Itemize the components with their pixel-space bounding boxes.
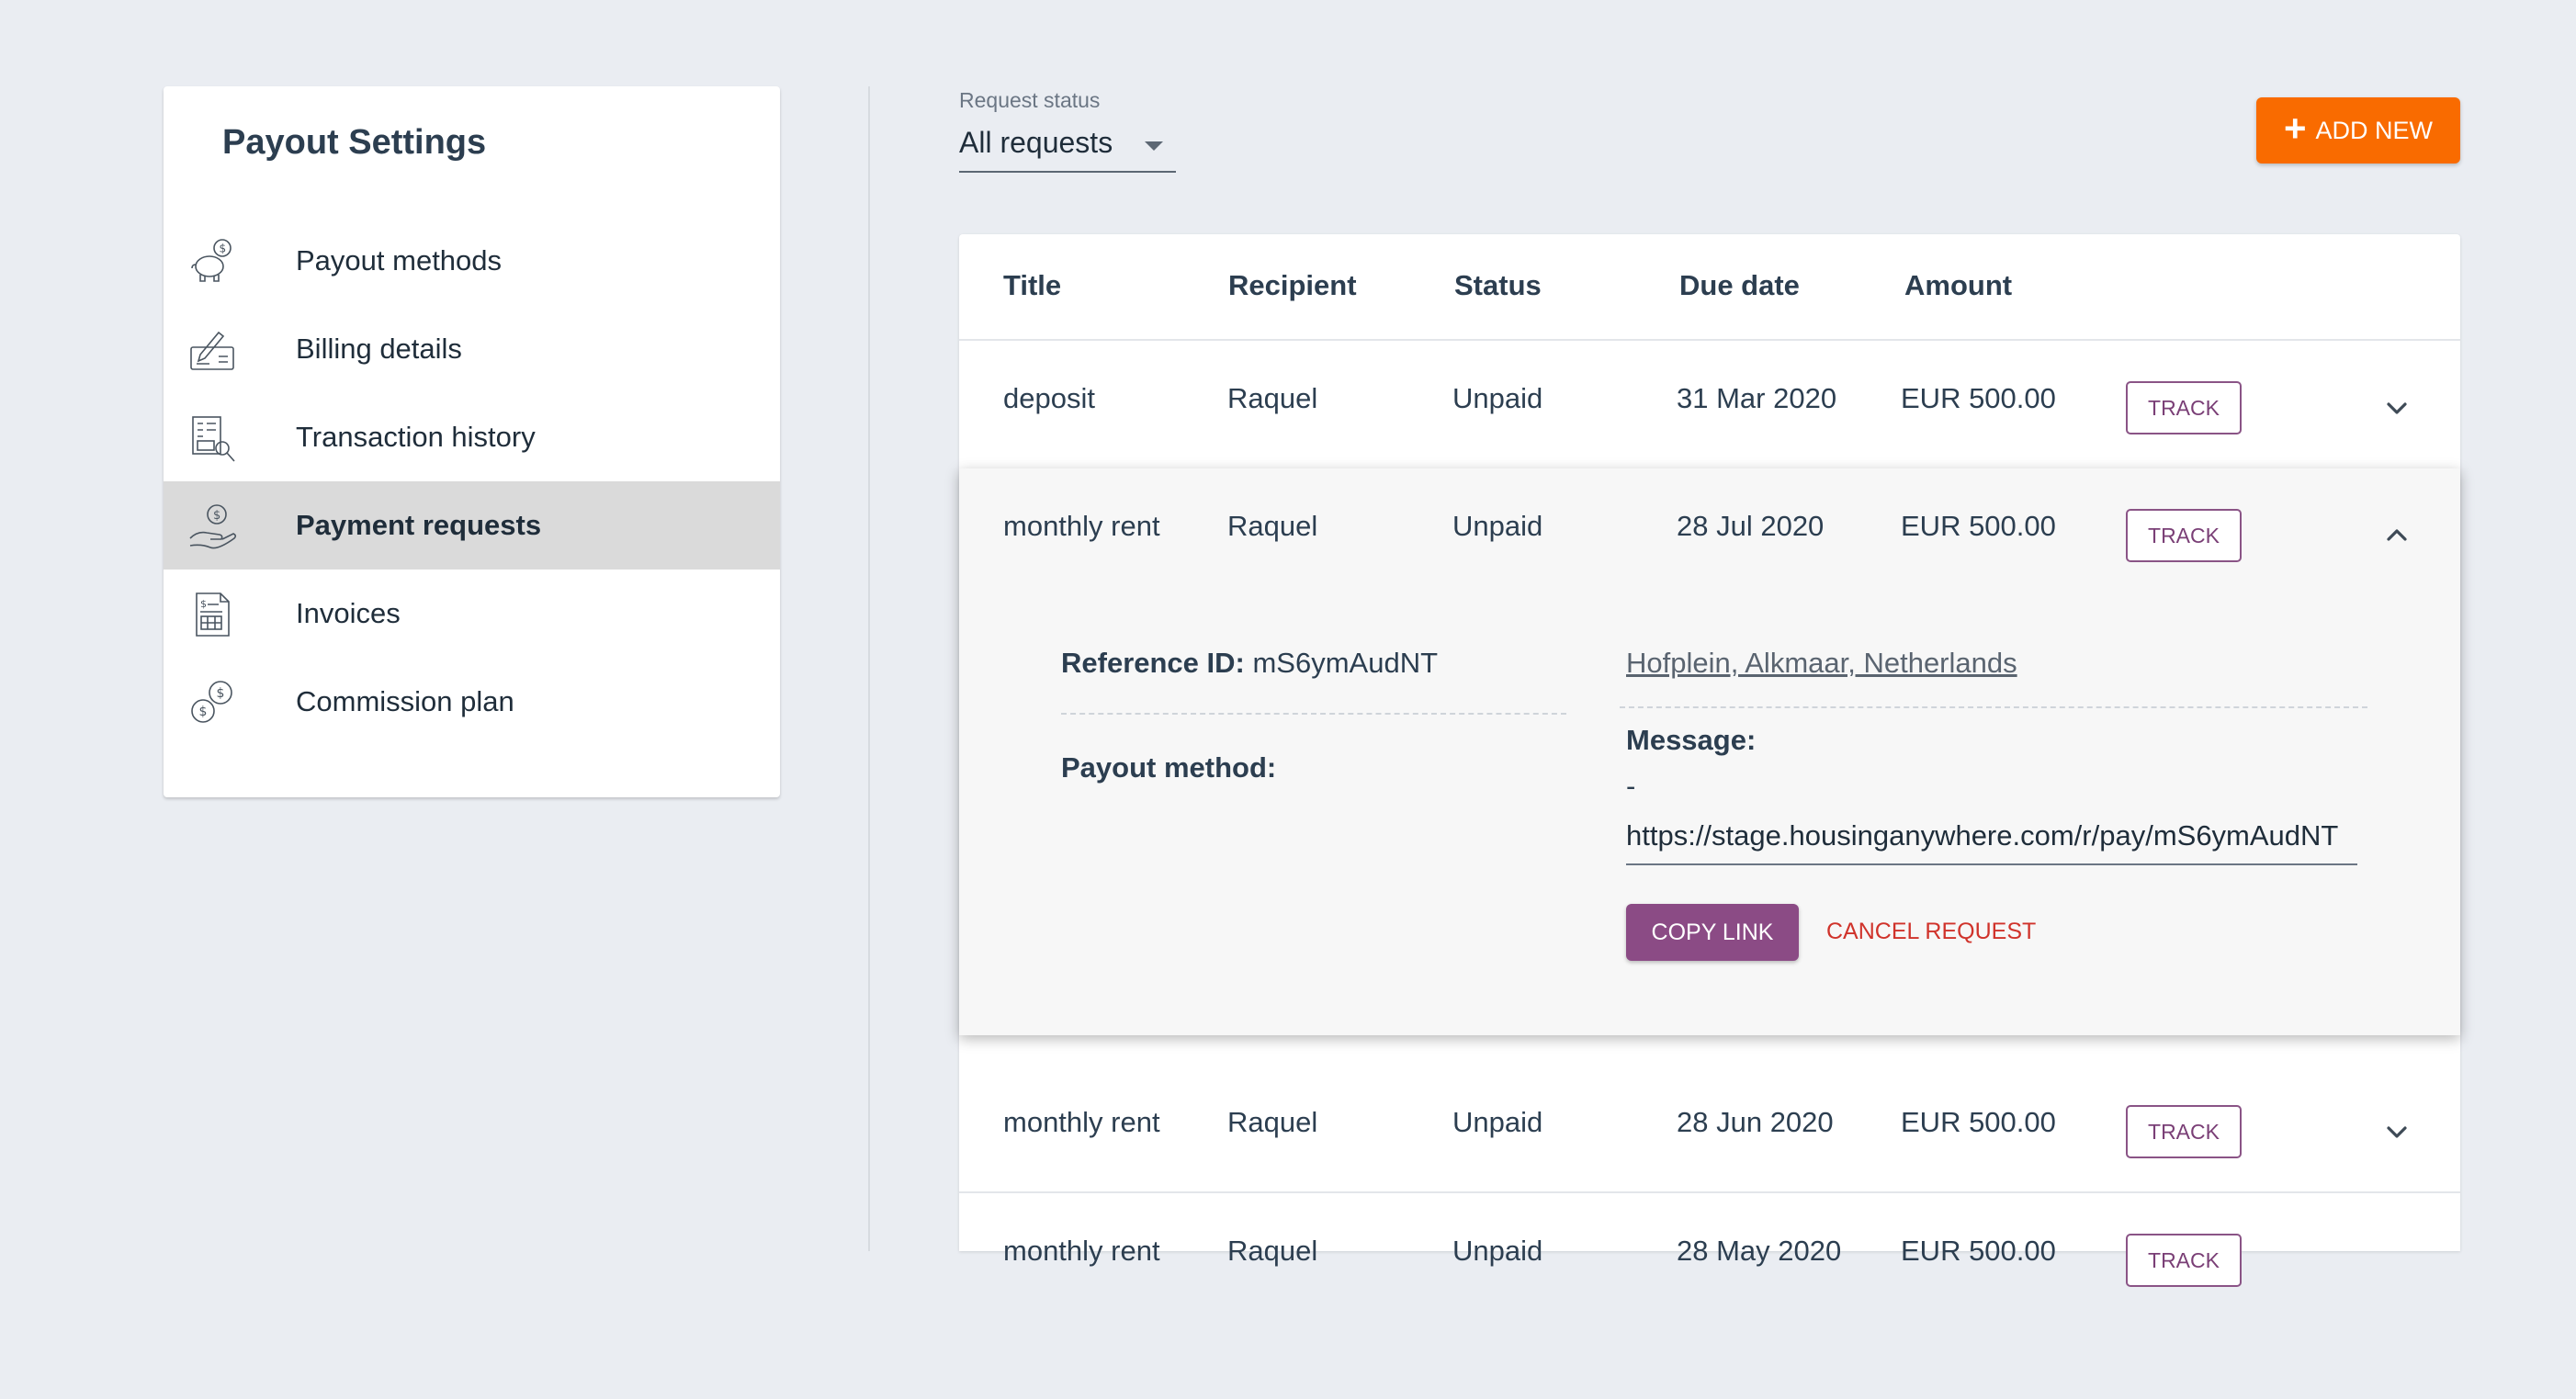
copy-link-button[interactable]: COPY LINK bbox=[1626, 904, 1799, 961]
column-header-due-date: Due date bbox=[1679, 269, 1800, 301]
add-new-label: ADD NEW bbox=[2315, 116, 2434, 144]
cell-status: Unpaid bbox=[1452, 1235, 1543, 1267]
cell-due-date: 31 Mar 2020 bbox=[1677, 382, 1837, 414]
cell-amount: EUR 500.00 bbox=[1901, 1235, 2056, 1267]
dashed-divider bbox=[1061, 713, 1566, 715]
svg-text:$: $ bbox=[200, 598, 207, 610]
sidebar-item-invoices[interactable]: $ Invoices bbox=[164, 570, 780, 658]
message-value: - bbox=[1626, 770, 1636, 802]
check-signature-icon bbox=[187, 325, 237, 375]
filter-label: Request status bbox=[959, 88, 1101, 112]
sidebar-item-billing-details[interactable]: Billing details bbox=[164, 305, 780, 393]
table-row[interactable]: monthly rent Raquel Unpaid 28 May 2020 E… bbox=[959, 1193, 2460, 1322]
cell-status: Unpaid bbox=[1452, 510, 1543, 542]
svg-text:$: $ bbox=[199, 705, 208, 719]
piggy-bank-icon: $ bbox=[187, 237, 237, 287]
cell-due-date: 28 Jul 2020 bbox=[1677, 510, 1825, 542]
cell-title: deposit bbox=[1003, 382, 1095, 414]
property-address-link[interactable]: Hofplein, Alkmaar, Netherlands bbox=[1626, 647, 2017, 680]
hand-coin-icon: $ bbox=[187, 502, 237, 551]
column-header-recipient: Recipient bbox=[1228, 269, 1357, 301]
table-row[interactable]: monthly rent Raquel Unpaid 28 Jun 2020 E… bbox=[959, 1065, 2460, 1193]
sidebar-item-label: Payout methods bbox=[296, 244, 503, 276]
cell-recipient: Raquel bbox=[1227, 382, 1318, 414]
cell-recipient: Raquel bbox=[1227, 510, 1318, 542]
track-button[interactable]: TRACK bbox=[2126, 509, 2242, 562]
sidebar-item-label: Billing details bbox=[296, 333, 462, 365]
table-row[interactable]: deposit Raquel Unpaid 31 Mar 2020 EUR 50… bbox=[959, 341, 2460, 469]
cell-title: monthly rent bbox=[1003, 510, 1160, 542]
reference-id-label: Reference ID: bbox=[1061, 647, 1245, 679]
dashed-divider bbox=[1620, 706, 2367, 708]
cell-status: Unpaid bbox=[1452, 382, 1543, 414]
receipt-magnifier-icon bbox=[187, 413, 237, 463]
message-label: Message: bbox=[1626, 724, 1757, 756]
sidebar-item-payment-requests[interactable]: $ Payment requests bbox=[164, 481, 780, 570]
payment-link-field[interactable]: https://stage.housinganywhere.com/r/pay/… bbox=[1626, 810, 2357, 865]
plus-icon: + bbox=[2283, 107, 2307, 150]
cell-amount: EUR 500.00 bbox=[1901, 510, 2056, 542]
sidebar-item-commission-plan[interactable]: $ $ Commission plan bbox=[164, 658, 780, 746]
cell-title: monthly rent bbox=[1003, 1106, 1160, 1138]
cell-due-date: 28 Jun 2020 bbox=[1677, 1106, 1834, 1138]
svg-text:$: $ bbox=[213, 509, 220, 523]
add-new-button[interactable]: + ADD NEW bbox=[2256, 97, 2460, 164]
reference-id: Reference ID: mS6ymAudNT bbox=[1061, 647, 1438, 680]
chevron-up-icon[interactable] bbox=[2381, 520, 2412, 551]
sidebar-item-transaction-history[interactable]: Transaction history bbox=[164, 393, 780, 481]
sidebar-item-payout-methods[interactable]: $ Payout methods bbox=[164, 217, 780, 305]
column-header-status: Status bbox=[1454, 269, 1542, 301]
vertical-divider bbox=[868, 86, 870, 1251]
cell-recipient: Raquel bbox=[1227, 1235, 1318, 1267]
request-status-value: All requests bbox=[959, 126, 1113, 159]
expanded-table-row[interactable]: monthly rent Raquel Unpaid 28 Jul 2020 E… bbox=[959, 468, 2460, 1035]
sidebar-item-label: Payment requests bbox=[296, 509, 542, 541]
svg-text:$: $ bbox=[220, 243, 227, 255]
cell-amount: EUR 500.00 bbox=[1901, 1106, 2056, 1138]
sidebar-item-label: Invoices bbox=[296, 597, 401, 629]
reference-id-value: mS6ymAudNT bbox=[1252, 647, 1439, 679]
column-header-amount: Amount bbox=[1904, 269, 2013, 301]
payout-settings-sidebar: Payout Settings $ Payout methods Billing… bbox=[164, 86, 780, 797]
chevron-down-icon[interactable] bbox=[2381, 1116, 2412, 1147]
cancel-request-button[interactable]: CANCEL REQUEST bbox=[1826, 919, 2036, 945]
sidebar-title: Payout Settings bbox=[222, 123, 487, 162]
cell-status: Unpaid bbox=[1452, 1106, 1543, 1138]
coins-icon: $ $ bbox=[187, 678, 237, 728]
chevron-down-icon[interactable] bbox=[2381, 392, 2412, 423]
cell-due-date: 28 May 2020 bbox=[1677, 1235, 1842, 1267]
svg-text:$: $ bbox=[217, 686, 225, 701]
cell-amount: EUR 500.00 bbox=[1901, 382, 2056, 414]
track-button[interactable]: TRACK bbox=[2126, 1234, 2242, 1287]
caret-down-icon bbox=[1145, 141, 1163, 151]
sidebar-item-label: Commission plan bbox=[296, 685, 514, 717]
request-status-select[interactable]: All requests bbox=[959, 121, 1176, 173]
cell-title: monthly rent bbox=[1003, 1235, 1160, 1267]
track-button[interactable]: TRACK bbox=[2126, 381, 2242, 434]
track-button[interactable]: TRACK bbox=[2126, 1105, 2242, 1158]
invoice-document-icon: $ bbox=[187, 590, 237, 639]
sidebar-item-label: Transaction history bbox=[296, 421, 536, 453]
payout-method-label: Payout method: bbox=[1061, 751, 1277, 784]
column-header-title: Title bbox=[1003, 269, 1062, 301]
cell-recipient: Raquel bbox=[1227, 1106, 1318, 1138]
